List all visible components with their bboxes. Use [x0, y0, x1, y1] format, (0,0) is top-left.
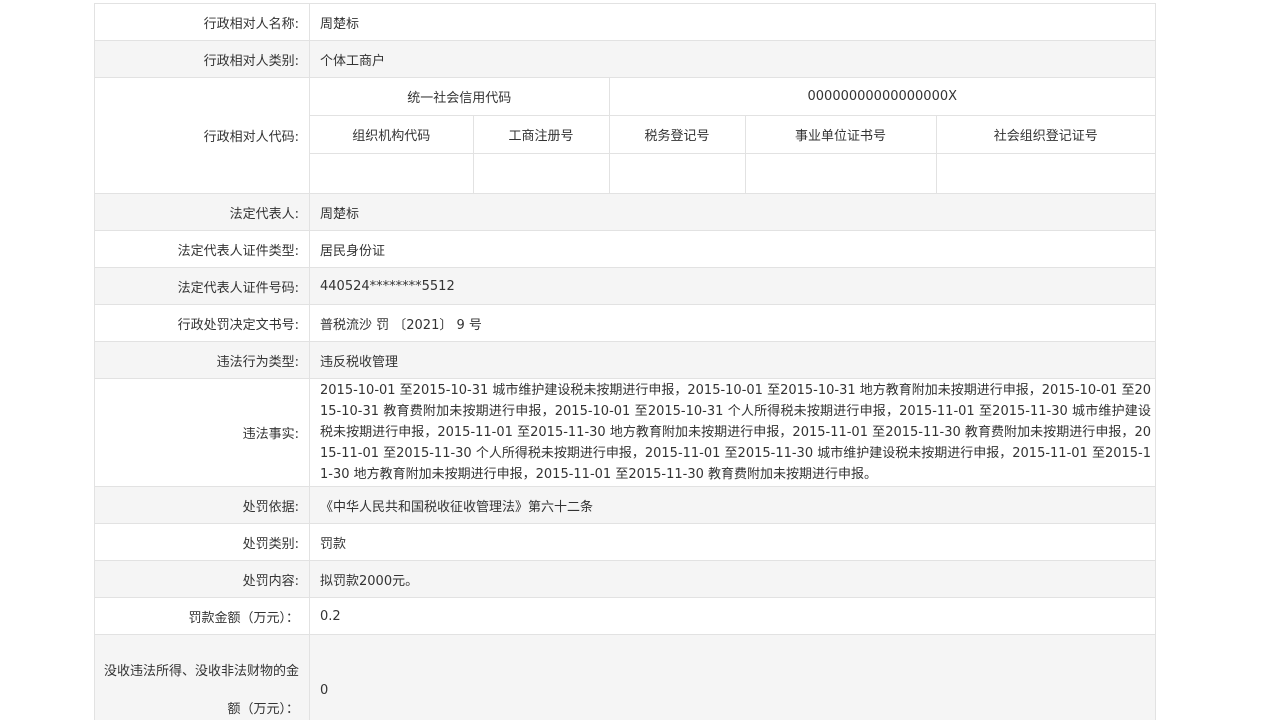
- name-value: 周楚标: [309, 3, 1156, 41]
- code-subtable: 统一社会信用代码 00000000000000000X 组织机构代码 工商注册号…: [310, 78, 1155, 193]
- violation-type-value: 违反税收管理: [309, 341, 1156, 379]
- unified-code-value: 00000000000000000X: [609, 78, 1155, 116]
- tax-reg-value: [609, 153, 746, 193]
- row-violation-facts: 违法事实: 2015-10-01 至2015-10-31 城市维护建设税未按期进…: [94, 378, 1156, 487]
- org-code-header: 组织机构代码: [310, 115, 474, 154]
- decision-no-value: 普税流沙 罚 〔2021〕 9 号: [309, 304, 1156, 342]
- social-org-header: 社会组织登记证号: [936, 115, 1155, 154]
- penalty-category-value: 罚款: [309, 523, 1156, 561]
- institution-cert-value: [745, 153, 937, 193]
- penalty-category-label: 处罚类别:: [94, 523, 310, 561]
- code-label: 行政相对人代码:: [94, 77, 310, 194]
- penalty-info-table: 行政相对人名称: 周楚标 行政相对人类别: 个体工商户 行政相对人代码: 统一社…: [94, 3, 1156, 720]
- code-value-row: [310, 153, 1155, 194]
- row-basis: 处罚依据: 《中华人民共和国税收征收管理法》第六十二条: [94, 486, 1156, 524]
- tax-reg-header: 税务登记号: [609, 115, 746, 154]
- violation-type-label: 违法行为类型:: [94, 341, 310, 379]
- penalty-content-value: 拟罚款2000元。: [309, 560, 1156, 598]
- violation-facts-value: 2015-10-01 至2015-10-31 城市维护建设税未按期进行申报，20…: [309, 378, 1156, 487]
- basis-label: 处罚依据:: [94, 486, 310, 524]
- basis-value: 《中华人民共和国税收征收管理法》第六十二条: [309, 486, 1156, 524]
- row-code: 行政相对人代码: 统一社会信用代码 00000000000000000X 组织机…: [94, 77, 1156, 194]
- fine-amount-value: 0.2: [309, 597, 1156, 635]
- row-name: 行政相对人名称: 周楚标: [94, 3, 1156, 41]
- code-subtable-cell: 统一社会信用代码 00000000000000000X 组织机构代码 工商注册号…: [309, 77, 1156, 194]
- confiscation-label: 没收违法所得、没收非法财物的金额（万元）：: [94, 634, 310, 720]
- legal-rep-label: 法定代表人:: [94, 193, 310, 231]
- id-type-value: 居民身份证: [309, 230, 1156, 268]
- unified-code-label: 统一社会信用代码: [310, 78, 610, 116]
- row-confiscation: 没收违法所得、没收非法财物的金额（万元）： 0: [94, 634, 1156, 720]
- fine-amount-label: 罚款金额（万元）：: [94, 597, 310, 635]
- row-violation-type: 违法行为类型: 违反税收管理: [94, 341, 1156, 379]
- code-header-row: 组织机构代码 工商注册号 税务登记号 事业单位证书号 社会组织登记证号: [310, 115, 1155, 154]
- row-legal-rep: 法定代表人: 周楚标: [94, 193, 1156, 231]
- row-decision-no: 行政处罚决定文书号: 普税流沙 罚 〔2021〕 9 号: [94, 304, 1156, 342]
- unified-code-row: 统一社会信用代码 00000000000000000X: [310, 78, 1155, 116]
- row-penalty-content: 处罚内容: 拟罚款2000元。: [94, 560, 1156, 598]
- business-reg-header: 工商注册号: [473, 115, 610, 154]
- penalty-detail-page: 行政相对人名称: 周楚标 行政相对人类别: 个体工商户 行政相对人代码: 统一社…: [0, 0, 1280, 720]
- penalty-content-label: 处罚内容:: [94, 560, 310, 598]
- row-penalty-category: 处罚类别: 罚款: [94, 523, 1156, 561]
- org-code-value: [310, 153, 474, 193]
- business-reg-value: [473, 153, 610, 193]
- row-fine-amount: 罚款金额（万元）： 0.2: [94, 597, 1156, 635]
- row-id-number: 法定代表人证件号码: 440524********5512: [94, 267, 1156, 305]
- decision-no-label: 行政处罚决定文书号:: [94, 304, 310, 342]
- row-category: 行政相对人类别: 个体工商户: [94, 40, 1156, 78]
- social-org-value: [936, 154, 1155, 194]
- violation-facts-label: 违法事实:: [94, 378, 310, 487]
- category-label: 行政相对人类别:: [94, 40, 310, 78]
- row-id-type: 法定代表人证件类型: 居民身份证: [94, 230, 1156, 268]
- id-type-label: 法定代表人证件类型:: [94, 230, 310, 268]
- institution-cert-header: 事业单位证书号: [745, 115, 937, 154]
- confiscation-value: 0: [309, 634, 1156, 720]
- id-number-label: 法定代表人证件号码:: [94, 267, 310, 305]
- name-label: 行政相对人名称:: [94, 3, 310, 41]
- id-number-value: 440524********5512: [309, 267, 1156, 305]
- category-value: 个体工商户: [309, 40, 1156, 78]
- legal-rep-value: 周楚标: [309, 193, 1156, 231]
